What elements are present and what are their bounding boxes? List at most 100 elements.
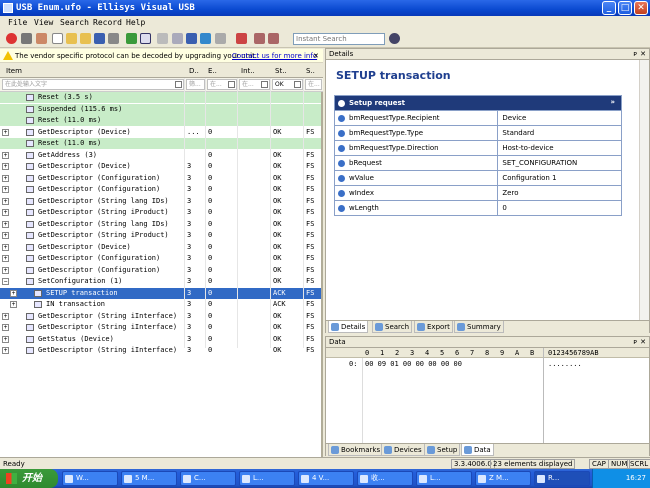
menu-help[interactable]: Help — [126, 16, 145, 30]
stop-icon[interactable] — [21, 33, 32, 44]
filter-icon[interactable] — [261, 81, 268, 88]
bus-icon[interactable] — [236, 33, 247, 44]
tree-row[interactable]: + IN transaction 3 0 ACK FS — [0, 299, 321, 310]
filter-speed[interactable]: 在... — [305, 79, 322, 90]
minimize-button[interactable]: _ — [602, 1, 616, 15]
expand-icon[interactable]: + — [2, 312, 9, 320]
tree-row[interactable]: + GetAddress (3) 0 OK FS — [0, 150, 321, 161]
filter-icon[interactable] — [172, 33, 183, 44]
tool-icon[interactable] — [215, 33, 226, 44]
search-input[interactable] — [293, 33, 385, 45]
col-speed[interactable]: S.. — [306, 67, 315, 75]
filter-icon[interactable] — [175, 81, 182, 88]
expand-icon[interactable]: + — [2, 209, 9, 216]
tab-bookmarks[interactable]: Bookmarks — [328, 444, 384, 456]
col-item[interactable]: Item — [6, 67, 22, 75]
tab-search[interactable]: Search — [372, 321, 413, 333]
taskbar-item[interactable]: L... — [416, 471, 472, 486]
expand-icon[interactable]: + — [2, 220, 9, 228]
filter-interface[interactable]: 在... — [239, 79, 270, 90]
maximize-button[interactable]: □ — [618, 1, 632, 15]
print-icon[interactable] — [108, 33, 119, 44]
chevron-icon[interactable]: » — [610, 98, 615, 106]
hex-row[interactable]: 0: 00 09 01 00 00 00 00 00 ........ — [326, 359, 649, 369]
record-icon[interactable] — [6, 33, 17, 44]
expand-icon[interactable]: + — [2, 174, 9, 182]
reset-icon[interactable] — [268, 33, 279, 44]
expand-icon[interactable]: + — [2, 335, 9, 343]
property-row[interactable]: bmRequestType.Recipient Device — [333, 110, 622, 126]
menu-view[interactable]: View — [34, 16, 53, 30]
menu-record[interactable]: Record — [93, 16, 122, 30]
tree-row[interactable]: + GetStatus (Device) 3 0 OK FS — [0, 334, 321, 345]
property-row[interactable]: bRequest SET_CONFIGURATION — [333, 155, 622, 171]
clear-icon[interactable] — [36, 33, 47, 44]
expand-icon[interactable]: + — [2, 197, 9, 205]
start-button[interactable]: 开始 — [0, 469, 58, 488]
tree-row[interactable]: Reset (11.0 ms) — [0, 138, 321, 149]
clock[interactable]: 16:27 — [626, 474, 646, 482]
taskbar-item[interactable]: C... — [180, 471, 236, 486]
pin-icon[interactable]: ᴘ — [633, 49, 637, 60]
property-row[interactable]: wIndex Zero — [333, 185, 622, 201]
tree-row[interactable]: + GetDescriptor (String lang IDs) 3 0 OK FS — [0, 196, 321, 207]
tab-data[interactable]: Data — [461, 444, 494, 456]
taskbar-item[interactable]: 4 V... — [298, 471, 354, 486]
tab-details[interactable]: Details — [328, 321, 369, 333]
tree-row[interactable]: + GetDescriptor (String iProduct) 3 0 OK FS — [0, 230, 321, 241]
tab-summary[interactable]: Summary — [454, 321, 504, 333]
col-interface[interactable]: Int.. — [241, 67, 255, 75]
jump-icon[interactable] — [186, 33, 197, 44]
close-pane-icon[interactable]: ✕ — [640, 49, 646, 60]
close-infobar-icon[interactable]: ✕ — [313, 49, 319, 63]
tab-export[interactable]: Export — [414, 321, 453, 333]
property-row[interactable]: bmRequestType.Direction Host-to-device — [333, 140, 622, 156]
filter-endpoint[interactable]: 在... — [207, 79, 237, 90]
tree-row[interactable]: + GetDescriptor (Device)... 0 OK FS — [0, 127, 321, 138]
taskbar-item[interactable]: 收... — [357, 471, 413, 486]
col-endpoint[interactable]: E.. — [208, 67, 217, 75]
tree-row[interactable]: + GetDescriptor (Configuration) 3 0 OK FS — [0, 184, 321, 195]
transaction-tree[interactable]: Item D.. E.. Int.. St.. S.. 在此处输入文字 筛...… — [0, 64, 323, 457]
col-status[interactable]: St.. — [275, 67, 287, 75]
menu-file[interactable]: File — [8, 16, 27, 30]
tree-row[interactable]: + GetDescriptor (Configuration) 3 0 OK FS — [0, 253, 321, 264]
taskbar-item[interactable]: L... — [239, 471, 295, 486]
expand-icon[interactable]: + — [10, 289, 17, 297]
expand-icon[interactable]: + — [2, 243, 9, 251]
tree-row[interactable]: Reset (11.0 ms) — [0, 115, 321, 126]
filter-icon[interactable] — [228, 81, 235, 88]
tree-row[interactable]: + GetDescriptor (String iProduct) 3 0 OK FS — [0, 207, 321, 218]
taskbar-item[interactable]: 5 M... — [121, 471, 177, 486]
tab-setup[interactable]: Setup — [424, 444, 461, 456]
search-icon[interactable] — [389, 33, 400, 44]
expand-icon[interactable]: + — [2, 255, 9, 262]
filter-status[interactable]: OK — [272, 79, 303, 90]
expand-icon[interactable]: + — [2, 186, 9, 193]
taskbar-item[interactable]: R... — [534, 471, 590, 486]
expand-icon[interactable]: + — [2, 128, 9, 136]
taskbar-item[interactable]: W... — [62, 471, 118, 486]
property-row[interactable]: bmRequestType.Type Standard — [333, 125, 622, 141]
group-header[interactable]: Setup request » — [334, 95, 622, 111]
tree-row[interactable]: + SETUP transaction 3 0 ACK FS — [0, 287, 321, 299]
expand-icon[interactable]: + — [2, 151, 9, 159]
property-row[interactable]: wValue Configuration 1 — [333, 170, 622, 186]
expand-icon[interactable]: + — [2, 266, 9, 274]
expand-icon[interactable]: + — [2, 324, 9, 331]
filter-icon[interactable] — [294, 81, 301, 88]
set-icon[interactable] — [254, 33, 265, 44]
tree-row[interactable]: Reset (3.5 s) — [0, 92, 321, 103]
tree-row[interactable]: + GetDescriptor (String iInterface) 3 0 OK FS — [0, 345, 321, 356]
refresh-icon[interactable] — [157, 33, 168, 44]
back-arrow-icon[interactable] — [126, 33, 137, 44]
expand-icon[interactable]: − — [2, 278, 9, 285]
folder-icon[interactable] — [80, 33, 91, 44]
expand-icon[interactable]: + — [2, 347, 9, 354]
tree-row[interactable]: + GetDescriptor (String lang IDs) 3 0 OK FS — [0, 219, 321, 230]
pin-icon[interactable]: ᴘ — [633, 337, 637, 348]
expand-icon[interactable]: + — [2, 232, 9, 239]
tree-row[interactable]: + GetDescriptor (Device) 3 0 OK FS — [0, 242, 321, 253]
filter-item[interactable]: 在此处输入文字 — [2, 79, 184, 90]
tree-row[interactable]: Suspended (115.6 ms) — [0, 103, 321, 115]
